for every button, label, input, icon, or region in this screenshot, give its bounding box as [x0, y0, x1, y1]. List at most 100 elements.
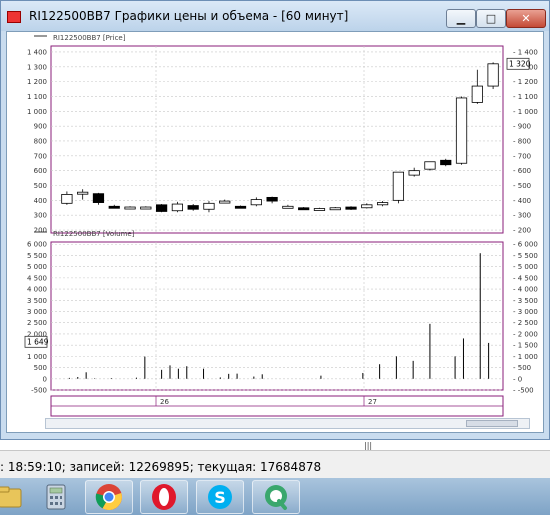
- volume-tick-label: 1 000: [27, 353, 47, 361]
- volume-tick-label: - 6 000: [513, 241, 538, 249]
- minimize-button[interactable]: ▁: [446, 9, 476, 28]
- price-candle: [77, 191, 89, 195]
- folder-icon: [0, 486, 22, 508]
- price-candle: [424, 161, 436, 170]
- window-title: RI122500BB7 Графики цены и объема - [60 …: [29, 9, 349, 23]
- volume-tick-label: 5 000: [27, 263, 47, 271]
- price-tick-label: - 600: [513, 167, 531, 175]
- horizontal-scrollbar[interactable]: [45, 418, 530, 429]
- skype-icon: S: [208, 485, 232, 509]
- chrome-icon: [95, 484, 122, 511]
- volume-tick-label: - 4 000: [513, 286, 538, 294]
- price-candle: [298, 207, 310, 211]
- volume-tick-label: - 1 500: [513, 342, 538, 350]
- volume-tick-label: 3 000: [27, 308, 47, 316]
- price-legend: RI122500BB7 [Price]: [53, 34, 126, 42]
- price-candle: [203, 202, 215, 210]
- price-candle: [140, 206, 152, 210]
- price-candle: [124, 206, 136, 210]
- close-button[interactable]: ✕: [506, 9, 546, 28]
- price-candle: [155, 204, 168, 212]
- volume-tick-label: - 500: [513, 364, 531, 372]
- price-candle: [313, 208, 326, 211]
- price-tick-label: 1 400: [27, 48, 47, 56]
- taskbar: S: [0, 478, 550, 515]
- taskbar-chrome[interactable]: [85, 480, 133, 514]
- taskbar-opera[interactable]: [140, 480, 188, 514]
- status-text: : 18:59:10; записей: 12269895; текущая: …: [0, 460, 322, 474]
- price-tick-label: 700: [34, 152, 47, 160]
- price-candle: [361, 204, 373, 209]
- price-tick-label: - 1 400: [513, 48, 538, 56]
- taskbar-skype[interactable]: S: [196, 480, 244, 514]
- price-panel: [50, 45, 504, 234]
- date-label-26: 26: [160, 398, 169, 406]
- volume-current-label: 1 649: [27, 337, 49, 346]
- price-candle: [345, 206, 357, 210]
- price-candle: [408, 170, 420, 176]
- price-tick-label: - 800: [513, 137, 531, 145]
- price-candle: [92, 193, 105, 203]
- price-candle: [108, 205, 120, 209]
- price-candle: [440, 159, 452, 166]
- taskbar-qip[interactable]: [252, 480, 300, 514]
- volume-tick-label: -500: [31, 387, 47, 395]
- price-tick-label: 1 000: [27, 108, 47, 116]
- chart-canvas[interactable]: RI122500BB7 [Price] 200 300 400 500 600 700 80…: [7, 32, 543, 432]
- volume-tick-label: 500: [34, 364, 47, 372]
- volume-tick-label: - 1 000: [513, 353, 538, 361]
- volume-tick-label: - 3 000: [513, 308, 538, 316]
- price-tick-label: 300: [34, 212, 47, 220]
- price-tick-label: 400: [34, 197, 47, 205]
- taskbar-folder[interactable]: [0, 480, 34, 514]
- price-tick-label: - 700: [513, 152, 531, 160]
- price-candle: [376, 202, 389, 206]
- volume-tick-label: 0: [43, 375, 47, 383]
- scrollbar-thumb[interactable]: [466, 420, 518, 427]
- price-candle: [487, 63, 499, 87]
- price-tick-label: - 900: [513, 123, 531, 131]
- maximize-button[interactable]: □: [476, 9, 506, 28]
- price-candle: [219, 200, 231, 204]
- volume-tick-label: 4 000: [27, 286, 47, 294]
- resize-grip-icon[interactable]: |||: [364, 441, 372, 450]
- volume-tick-label: 3 500: [27, 297, 47, 305]
- volume-tick-label: 4 500: [27, 274, 47, 282]
- status-bar: : 18:59:10; записей: 12269895; текущая: …: [0, 450, 550, 478]
- volume-tick-label: - 4 500: [513, 274, 538, 282]
- volume-tick-label: - 0: [513, 375, 522, 383]
- price-current-label: 1 320: [509, 59, 531, 68]
- price-candle: [455, 97, 468, 164]
- volume-tick-label: - -500: [513, 387, 534, 395]
- price-tick-label: 200: [34, 227, 47, 235]
- volume-tick-label: - 5 000: [513, 263, 538, 271]
- volume-tick-label: - 5 500: [513, 252, 538, 260]
- volume-tick-label: - 3 500: [513, 297, 538, 305]
- price-tick-label: - 1 100: [513, 93, 538, 101]
- price-candle: [471, 85, 483, 103]
- taskbar-calculator[interactable]: [32, 480, 80, 514]
- price-candle: [234, 205, 247, 209]
- date-label-27: 27: [368, 398, 377, 406]
- volume-tick-label: - 2 000: [513, 330, 538, 338]
- volume-tick-label: 6 000: [27, 241, 47, 249]
- price-tick-label: - 1 000: [513, 108, 538, 116]
- price-candle: [187, 205, 199, 210]
- price-tick-label: 1 200: [27, 78, 47, 86]
- calculator-icon: [46, 484, 66, 510]
- price-tick-label: - 300: [513, 212, 531, 220]
- volume-tick-label: 5 500: [27, 252, 47, 260]
- price-tick-label: 1 100: [27, 93, 47, 101]
- title-bar[interactable]: RI122500BB7 Графики цены и объема - [60 …: [1, 1, 549, 31]
- price-candle: [282, 205, 294, 209]
- qip-icon: [265, 485, 287, 510]
- app-icon: [7, 11, 21, 23]
- price-tick-label: - 1 200: [513, 78, 538, 86]
- price-tick-label: - 400: [513, 197, 531, 205]
- price-tick-label: 600: [34, 167, 47, 175]
- price-candle: [250, 199, 262, 206]
- price-tick-label: 500: [34, 182, 47, 190]
- price-tick-label: 900: [34, 123, 47, 131]
- price-tick-label: - 200: [513, 227, 531, 235]
- price-tick-label: 1 300: [27, 63, 47, 71]
